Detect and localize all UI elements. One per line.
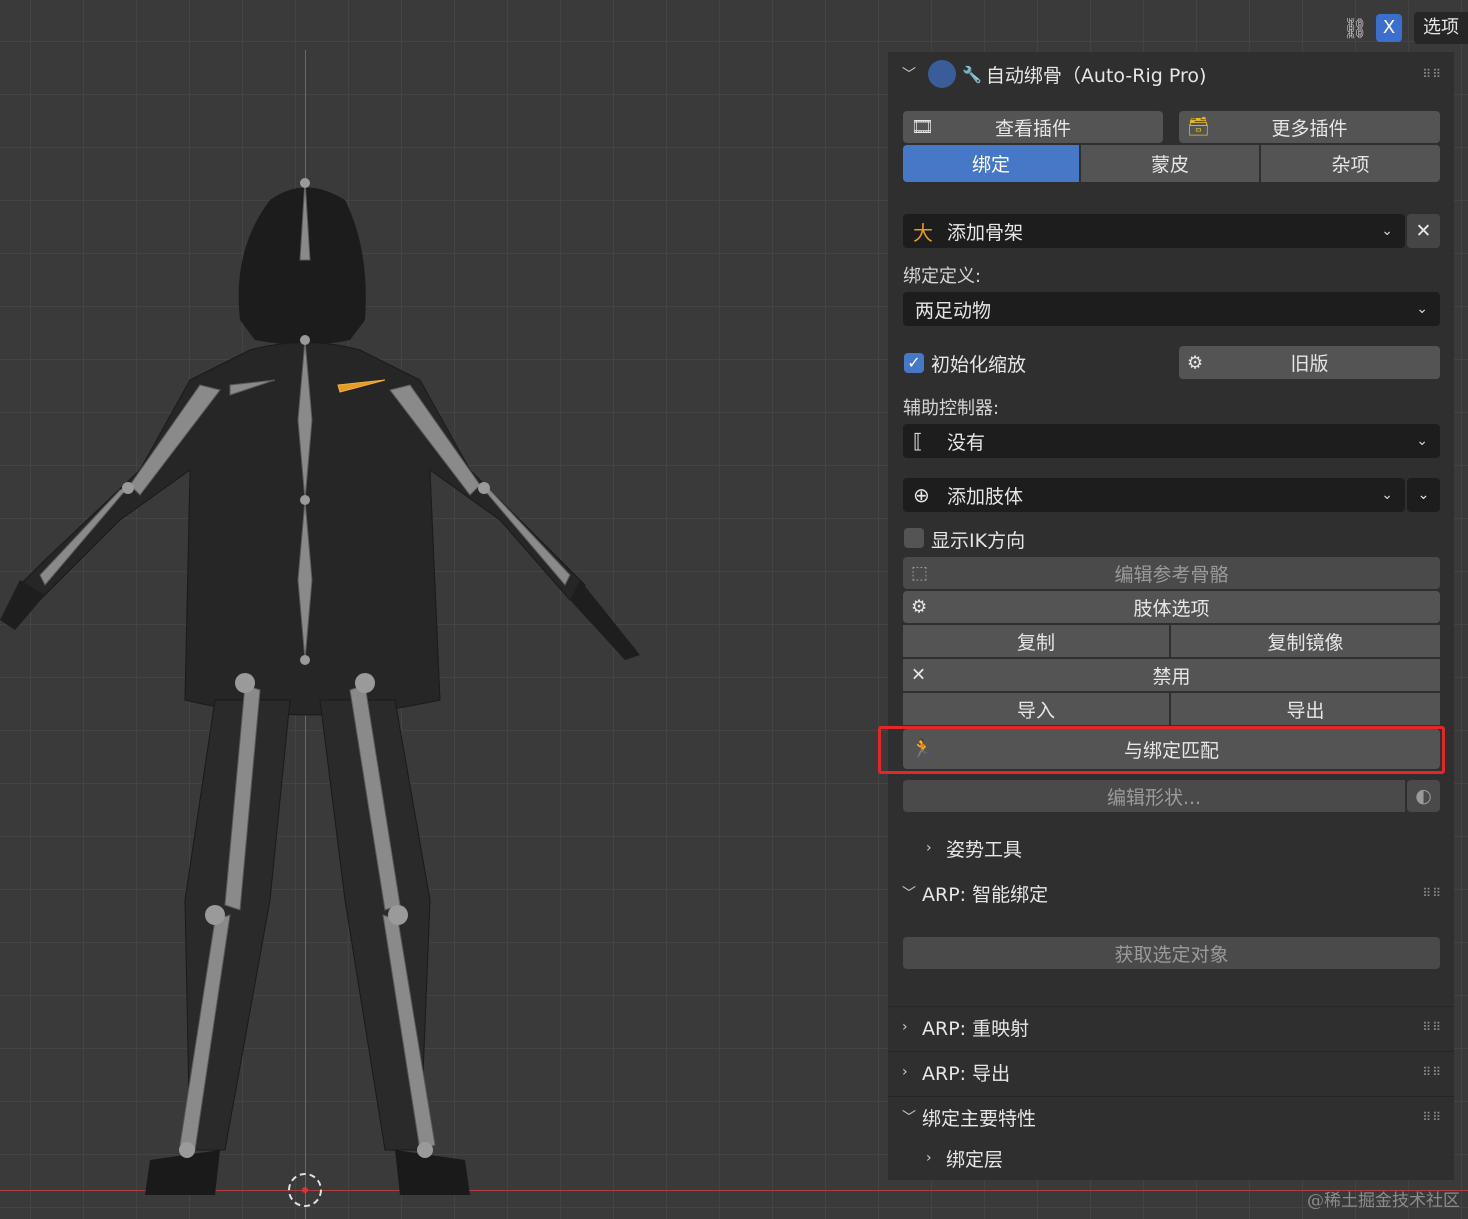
chevron-down-icon: ⌄ <box>1416 433 1428 449</box>
drag-handle-icon[interactable]: ⠿⠿ <box>1422 1020 1442 1034</box>
tab-misc[interactable]: 杂项 <box>1261 145 1440 182</box>
wrench-icon: 🔧 <box>962 64 982 84</box>
add-armature-dropdown[interactable]: 大 添加骨架 ⌄ <box>903 214 1405 248</box>
chevron-down-icon: ⌄ <box>1381 223 1393 239</box>
show-ik-checkbox[interactable] <box>904 528 924 548</box>
disable-button[interactable]: ✕ 禁用 <box>903 659 1440 691</box>
transform-toggle-button[interactable]: X <box>1376 14 1402 42</box>
close-button[interactable]: ✕ <box>1407 214 1440 248</box>
show-ik-label: 显示IK方向 <box>931 530 1026 552</box>
chevron-down-icon: ⌄ <box>1417 487 1430 503</box>
import-button[interactable]: 导入 <box>903 693 1169 725</box>
chevron-right-icon: › <box>926 840 932 856</box>
chevron-right-icon: › <box>902 1064 908 1080</box>
remap-header[interactable]: › ARP: 重映射 ⠿⠿ <box>888 1006 1454 1047</box>
chevron-down-icon: ﹀ <box>902 886 916 902</box>
helper-controllers-dropdown[interactable]: ⟦ 没有 ⌄ <box>903 424 1440 458</box>
get-selected-button[interactable]: 获取选定对象 <box>903 937 1440 969</box>
archive-icon: 🗃 <box>1187 116 1210 138</box>
bracket-icon: ⟦ <box>913 429 923 453</box>
bone-frame-icon: ⬚ <box>911 562 929 584</box>
shape-icon-button[interactable]: ◐ <box>1407 780 1440 812</box>
sidebar-panel: ﹀ 🔧 自动绑骨（Auto-Rig Pro) ⠿⠿ 🎞 查看插件 🗃 更多插件 … <box>878 52 1454 1180</box>
limb-options-button[interactable]: ⚙ 肢体选项 <box>903 591 1440 623</box>
character-mesh[interactable] <box>0 0 880 1219</box>
gears-icon: ⚙ <box>1187 352 1204 373</box>
drag-handle-icon[interactable]: ⠿⠿ <box>1422 1065 1442 1079</box>
rig-layers-header[interactable]: › 绑定层 <box>888 1138 1454 1178</box>
export-button[interactable]: 导出 <box>1171 693 1440 725</box>
mirror-button[interactable]: 复制镜像 <box>1171 625 1440 657</box>
rig-main-props-header[interactable]: ﹀ 绑定主要特性 ⠿⠿ <box>888 1096 1454 1137</box>
limb-menu-dropdown[interactable]: ⌄ <box>1407 478 1440 512</box>
gizmo-icon[interactable]: ⛓ <box>1343 16 1368 40</box>
more-plugins-button[interactable]: 🗃 更多插件 <box>1179 111 1440 143</box>
panel-title: 自动绑骨（Auto-Rig Pro) <box>985 64 1207 87</box>
plus-circle-icon: ⊕ <box>913 483 930 507</box>
init-scale-label: 初始化缩放 <box>931 354 1027 376</box>
legacy-button[interactable]: ⚙ 旧版 <box>1179 346 1440 379</box>
armature-icon: 大 <box>913 220 933 245</box>
shape-icon: ◐ <box>1415 785 1432 807</box>
drag-handle-icon[interactable]: ⠿⠿ <box>1422 886 1442 900</box>
rig-definition-dropdown[interactable]: 两足动物 ⌄ <box>903 292 1440 326</box>
edit-reference-bones-button[interactable]: ⬚ 编辑参考骨骼 <box>903 557 1440 589</box>
tab-rig[interactable]: 绑定 <box>903 145 1079 182</box>
options-button[interactable]: 选项 <box>1414 12 1468 44</box>
chevron-down-icon: ⌄ <box>1381 487 1393 503</box>
init-scale-checkbox[interactable]: ✓ <box>904 353 924 373</box>
drag-handle-icon[interactable]: ⠿⠿ <box>1422 1110 1442 1124</box>
chevron-down-icon: ⌄ <box>1416 301 1428 317</box>
arp-export-header[interactable]: › ARP: 导出 ⠿⠿ <box>888 1051 1454 1092</box>
add-limb-dropdown[interactable]: ⊕ 添加肢体 ⌄ <box>903 478 1405 512</box>
film-icon: 🎞 <box>911 116 934 138</box>
close-icon: ✕ <box>911 664 927 686</box>
view-plugins-button[interactable]: 🎞 查看插件 <box>903 111 1163 143</box>
smart-rig-header[interactable]: ﹀ ARP: 智能绑定 ⠿⠿ <box>888 873 1454 913</box>
close-icon: ✕ <box>1415 220 1432 242</box>
chevron-right-icon: › <box>902 1019 908 1035</box>
pose-tools-header[interactable]: › 姿势工具 <box>888 828 1454 868</box>
gears-icon: ⚙ <box>911 596 928 618</box>
watermark: @稀土掘金技术社区 <box>1307 1191 1460 1211</box>
autorig-logo-icon <box>928 60 956 88</box>
drag-handle-icon[interactable]: ⠿⠿ <box>1422 67 1442 81</box>
edit-shape-button[interactable]: 编辑形状... <box>903 780 1405 812</box>
helper-controllers-label: 辅助控制器: <box>903 398 1000 419</box>
annotation-highlight <box>878 726 1445 774</box>
autorig-panel-header[interactable]: ﹀ 🔧 自动绑骨（Auto-Rig Pro) ⠿⠿ <box>888 54 1454 94</box>
tab-skin[interactable]: 蒙皮 <box>1081 145 1259 182</box>
rig-definition-label: 绑定定义: <box>903 266 982 287</box>
chevron-right-icon: › <box>926 1150 932 1166</box>
chevron-down-icon: ﹀ <box>902 67 916 83</box>
chevron-down-icon: ﹀ <box>902 1110 916 1126</box>
duplicate-button[interactable]: 复制 <box>903 625 1169 657</box>
